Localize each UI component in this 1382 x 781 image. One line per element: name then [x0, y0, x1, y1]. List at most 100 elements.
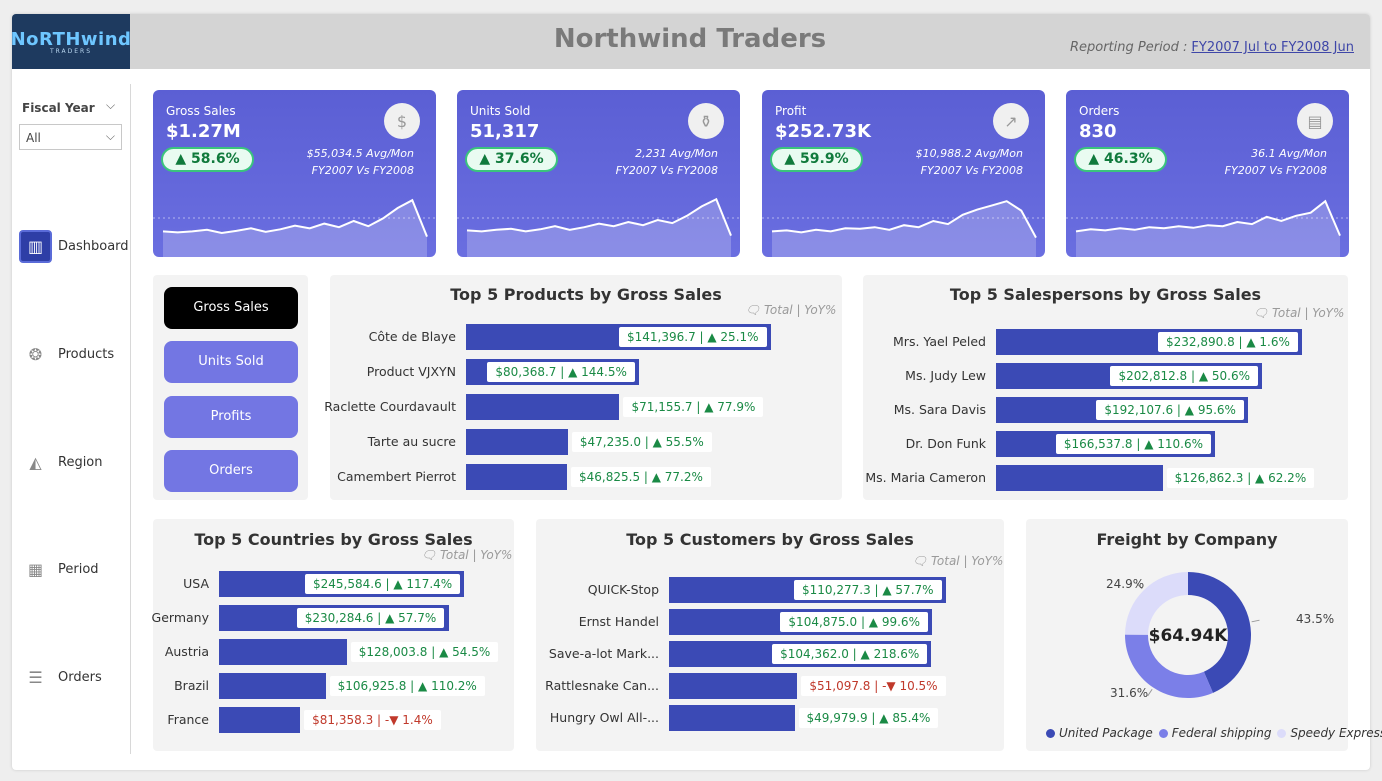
- category-label: Côte de Blaye: [368, 329, 456, 344]
- fiscal-year-value: All: [26, 131, 41, 145]
- period-value-link[interactable]: FY2007 Jul to FY2008 Jun: [1191, 40, 1354, 55]
- money-hand-icon: $: [384, 103, 420, 139]
- kpi-compare-text: FY2007 Vs FY2008: [920, 164, 1023, 177]
- category-label: Brazil: [174, 678, 209, 693]
- category-label: Ms. Judy Lew: [905, 368, 986, 383]
- data-label: $166,537.8 | ▲ 110.6%: [1055, 434, 1211, 454]
- chart-title: Top 5 Countries by Gross Sales: [194, 530, 473, 549]
- category-label: Dr. Don Funk: [905, 436, 986, 451]
- chevron-down-icon[interactable]: ⌵: [106, 98, 115, 113]
- kpi-avg-text: $10,988.2 Avg/Mon: [915, 147, 1023, 160]
- bar[interactable]: [466, 394, 620, 420]
- kpi-card-units-sold: Units Sold 51,317 ▲ 37.6% 2,231 Avg/Mon F…: [457, 90, 740, 257]
- legend-swatch: [1277, 728, 1287, 738]
- nav-period[interactable]: ▦ Period: [19, 553, 99, 586]
- bar[interactable]: [669, 705, 795, 731]
- kpi-label: Units Sold: [470, 104, 531, 118]
- legend-swatch: [1046, 728, 1055, 738]
- data-label: $232,890.8 | ▲ 1.6%: [1158, 332, 1298, 352]
- kpi-compare-text: FY2007 Vs FY2008: [1224, 164, 1327, 177]
- database-icon: ☰: [28, 668, 43, 687]
- data-label: $104,362.0 | ▲ 218.6%: [772, 644, 928, 664]
- metric-button-units-sold[interactable]: Units Sold: [164, 341, 298, 383]
- data-label: $47,235.0 | ▲ 55.5%: [571, 432, 712, 452]
- data-label: $126,862.3 | ▲ 62.2%: [1166, 468, 1315, 488]
- sidebar-divider: [130, 84, 131, 754]
- nav-label: Dashboard: [58, 239, 129, 254]
- calendar-icon: ▦: [27, 560, 44, 579]
- legend-item: United Package: [1059, 726, 1153, 740]
- sparkline-area: [772, 201, 1036, 257]
- donut-center-value: $64.94K: [1149, 626, 1229, 646]
- top-countries-chart: Top 5 Countries by Gross Sales 🗨 Total | …: [151, 519, 514, 751]
- kpi-avg-text: 36.1 Avg/Mon: [1251, 147, 1327, 160]
- legend-item: Federal shipping: [1171, 726, 1272, 740]
- data-label: $110,277.3 | ▲ 57.7%: [794, 580, 942, 600]
- sparkline: [1066, 199, 1349, 257]
- data-label: $49,979.9 | ▲ 85.4%: [798, 708, 939, 728]
- jar-icon: ⚱: [688, 103, 724, 139]
- data-label: $230,284.6 | ▲ 57.7%: [296, 608, 445, 628]
- category-label: Ms. Maria Cameron: [865, 470, 986, 485]
- category-label: Germany: [151, 610, 209, 625]
- logo: NoRTHwind TRADERS: [10, 14, 132, 69]
- metric-button-gross-sales[interactable]: Gross Sales: [164, 287, 298, 329]
- bar[interactable]: [219, 639, 347, 665]
- nav-region[interactable]: ◭ Region: [19, 446, 103, 479]
- legend-item: Speedy Express: [1290, 726, 1382, 740]
- nav-label: Region: [58, 455, 103, 470]
- nav-label: Products: [58, 347, 115, 362]
- chart-up-icon: ↗: [993, 103, 1029, 139]
- fiscal-year-dropdown[interactable]: All ⌵: [19, 124, 122, 150]
- category-label: Rattlesnake Can...: [545, 678, 659, 693]
- kpi-change-badge: ▲ 46.3%: [1074, 147, 1167, 172]
- kpi-change-badge: ▲ 37.6%: [465, 147, 558, 172]
- bar[interactable]: [669, 673, 798, 699]
- nav-dashboard[interactable]: ▥ Dashboard: [19, 230, 129, 263]
- nav-orders[interactable]: ☰ Orders: [19, 661, 102, 694]
- category-label: Austria: [164, 644, 209, 659]
- data-label: $141,396.7 | ▲ 25.1%: [619, 327, 767, 347]
- sparkline: [457, 197, 740, 257]
- logo-text: NoRTHwind: [10, 28, 132, 50]
- kpi-label: Orders: [1079, 104, 1120, 118]
- nav-label: Orders: [58, 670, 102, 685]
- category-label: Hungry Owl All-...: [549, 710, 659, 725]
- kpi-label: Gross Sales: [166, 104, 236, 118]
- data-label: $128,003.8 | ▲ 54.5%: [350, 642, 499, 662]
- leader-line: [1251, 619, 1260, 623]
- category-label: Save-a-lot Mark...: [548, 646, 659, 661]
- data-label: $46,825.5 | ▲ 77.2%: [571, 467, 711, 487]
- nav-products[interactable]: ❂ Products: [19, 338, 114, 371]
- kpi-compare-text: FY2007 Vs FY2008: [615, 164, 718, 177]
- chart-title: Top 5 Products by Gross Sales: [450, 285, 722, 304]
- bar[interactable]: [466, 429, 568, 455]
- category-label: Product VJXYN: [366, 364, 456, 379]
- bar[interactable]: [466, 464, 567, 490]
- kpi-average: $55,034.5 Avg/Mon FY2007 Vs FY2008: [307, 145, 414, 179]
- region-map-icon: ◭: [29, 453, 42, 472]
- top-salespersons-chart: Top 5 Salespersons by Gross Sales 🗨 Total…: [863, 275, 1348, 500]
- bar[interactable]: [996, 465, 1163, 491]
- metric-button-profits[interactable]: Profits: [164, 396, 298, 438]
- slice-label: 31.6%: [1110, 686, 1148, 700]
- leader-line: [1147, 688, 1153, 697]
- category-label: Raclette Courdavault: [324, 399, 456, 414]
- bar[interactable]: [219, 707, 301, 733]
- chevron-down-icon: ⌵: [105, 129, 115, 143]
- page-title: Northwind Traders: [553, 24, 827, 54]
- data-label: $192,107.6 | ▲ 95.6%: [1096, 400, 1244, 420]
- kpi-average: 36.1 Avg/Mon FY2007 Vs FY2008: [1225, 145, 1327, 179]
- nav-label: Period: [58, 562, 99, 577]
- invoice-icon: ▤: [1297, 103, 1333, 139]
- data-label: $51,097.8 | -▼ 10.5%: [801, 676, 946, 696]
- products-icon: ❂: [28, 345, 43, 364]
- data-label: $80,368.7 | ▲ 144.5%: [487, 362, 635, 382]
- sparkline-area: [163, 200, 427, 257]
- category-label: Mrs. Yael Peled: [893, 334, 986, 349]
- category-label: France: [167, 712, 209, 727]
- dashboard-icon: ▥: [19, 230, 52, 263]
- chart-legend: 🗨 Total | YoY%: [1253, 306, 1345, 320]
- metric-button-orders[interactable]: Orders: [164, 450, 298, 492]
- bar[interactable]: [219, 673, 326, 699]
